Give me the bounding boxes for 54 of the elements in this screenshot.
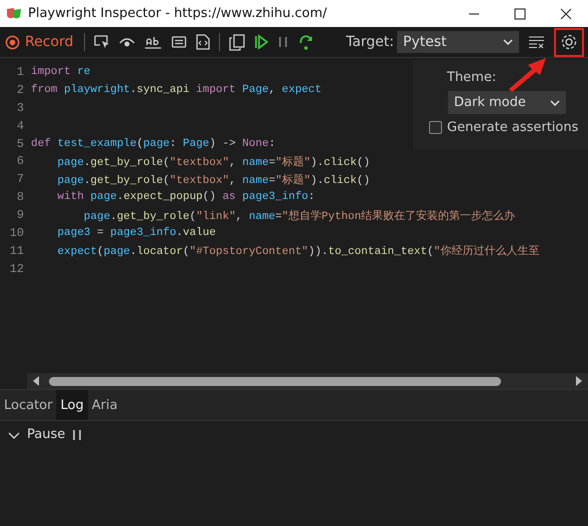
line-number: 12 xyxy=(8,262,25,276)
settings-icon[interactable] xyxy=(560,33,578,51)
code-line: with page.expect_popup() as page3_info: xyxy=(56,191,315,204)
code-line: page.get_by_role("link", name="想自学Python结果败在了安装的第一步怎么办 xyxy=(82,208,516,223)
line-number: 11 xyxy=(8,244,25,258)
tab[interactable]: Aria xyxy=(88,390,122,420)
target-select[interactable]: Pytest xyxy=(397,31,519,53)
annotation-arrow xyxy=(508,58,546,92)
line-number: 10 xyxy=(8,226,25,240)
line-number: 3 xyxy=(16,100,25,115)
code-line: page.get_by_role("textbox", name="标题").click() xyxy=(56,155,370,169)
line-number: 4 xyxy=(16,118,25,133)
line-number: 1 xyxy=(16,64,25,79)
scrollbar-thumb[interactable] xyxy=(49,376,501,386)
code-line: import re xyxy=(31,66,90,78)
clear-icon[interactable] xyxy=(528,35,545,49)
code-line: def test_example(page: Page) -> None: xyxy=(31,138,276,150)
window-title: Playwright Inspector - https://www.zhihu.com/ xyxy=(28,6,327,21)
line-number: 2 xyxy=(16,82,25,97)
masks-logo-icon xyxy=(6,6,22,20)
code-line: from playwright.sync_api import Page, expect xyxy=(31,84,322,96)
theme-label: Theme: xyxy=(447,70,498,85)
tab[interactable]: Locator xyxy=(0,390,56,420)
pause-icon xyxy=(72,428,82,440)
maximize-icon[interactable] xyxy=(514,8,526,20)
line-number: 5 xyxy=(16,136,25,150)
checkbox[interactable] xyxy=(429,121,442,134)
chevron-down-icon xyxy=(550,100,560,106)
resume-icon[interactable] xyxy=(254,34,268,50)
scroll-left-icon[interactable] xyxy=(33,376,41,386)
code-line: page.get_by_role("textbox", name="标题").click() xyxy=(56,173,370,187)
target-label: Target: xyxy=(346,34,394,50)
list-icon[interactable] xyxy=(171,34,188,50)
code-file-icon[interactable] xyxy=(196,34,210,50)
line-number: 8 xyxy=(16,190,25,204)
copy-icon[interactable] xyxy=(229,34,246,50)
tab[interactable]: Log xyxy=(56,390,88,420)
chevron-down-icon xyxy=(503,39,513,45)
pick-locator-icon[interactable] xyxy=(94,34,110,50)
pause-icon[interactable] xyxy=(277,35,290,49)
close-icon[interactable] xyxy=(560,8,572,20)
line-number: 7 xyxy=(16,172,25,186)
checkbox-label: Generate assertions xyxy=(447,120,578,135)
log-entry: Pause xyxy=(27,427,66,442)
scroll-right-icon[interactable] xyxy=(574,376,582,386)
code-line: expect(page.locator("#TopstoryContent")).to_contain_text("你经历过什么人生至 xyxy=(56,244,540,258)
theme-select[interactable]: Dark mode xyxy=(448,91,566,114)
code-line: page3 = page3_info.value xyxy=(56,226,216,239)
record-button[interactable]: Record xyxy=(3,34,76,50)
text-ab-icon[interactable] xyxy=(144,34,162,50)
line-number: 9 xyxy=(16,208,25,222)
line-number: 6 xyxy=(16,154,25,168)
record-icon xyxy=(5,34,20,50)
step-over-icon[interactable] xyxy=(298,34,314,50)
